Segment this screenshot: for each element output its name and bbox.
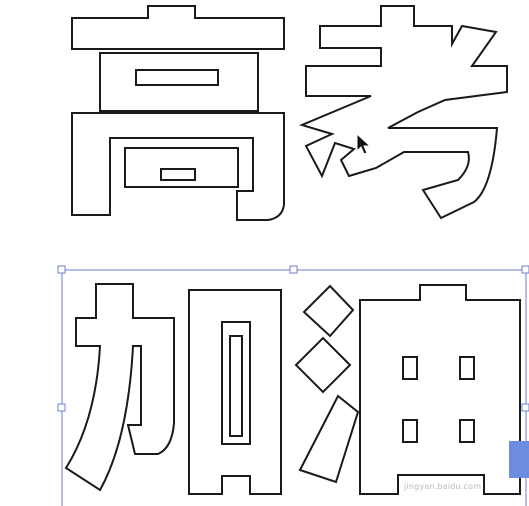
selection-handle-right-middle — [521, 403, 529, 412]
edge-panel-tab[interactable] — [509, 441, 529, 478]
character-gao-outline[interactable] — [71, 5, 285, 221]
character-jia-outline[interactable] — [64, 283, 282, 495]
artwork-layer — [57, 5, 529, 506]
selection-handle-left-middle — [57, 403, 66, 412]
watermark-text: jingyan.baidu.com — [404, 482, 482, 491]
selection-handle-top-right — [521, 265, 529, 274]
character-you-outline[interactable] — [294, 284, 521, 495]
selection-handle-top-left — [57, 265, 66, 274]
artboard-canvas[interactable]: jingyan.baidu.com — [0, 0, 529, 506]
arrow-cursor-icon — [356, 133, 372, 155]
selection-handle-top-center — [289, 265, 298, 274]
character-kao-outline[interactable] — [299, 5, 508, 220]
